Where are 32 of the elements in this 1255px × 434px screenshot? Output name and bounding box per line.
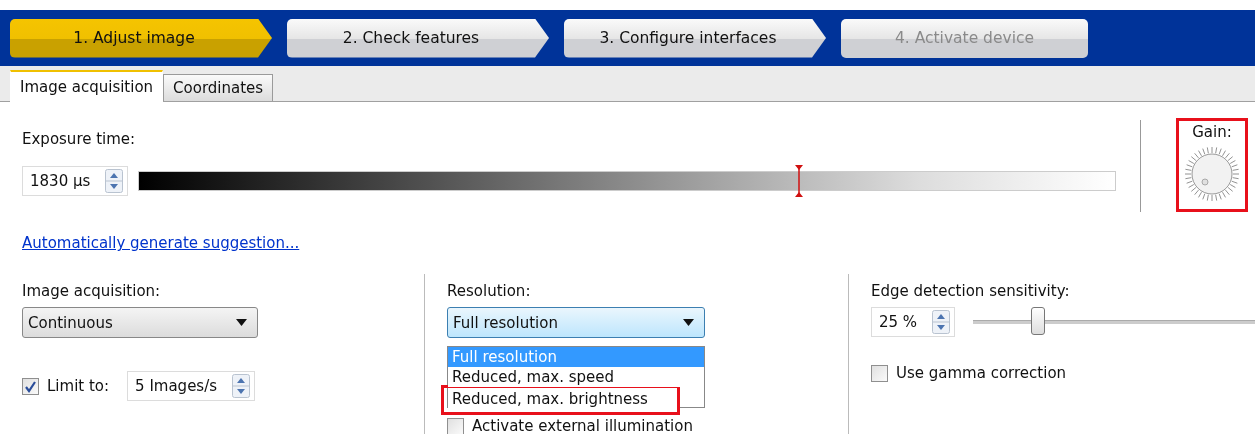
checkbox[interactable] (871, 364, 888, 382)
spin-buttons[interactable] (232, 374, 251, 398)
suggestion-link[interactable]: Automatically generate suggestion... (22, 234, 300, 252)
exposure-slider[interactable] (138, 164, 1116, 198)
caret-icon (683, 319, 694, 326)
caret-icon (236, 319, 247, 326)
wizard-step[interactable]: 1. Adjust image (10, 18, 272, 58)
tab[interactable]: Coordinates (163, 74, 274, 101)
dropdown-option[interactable]: Reduced, max. brightness (448, 389, 677, 409)
checkbox-label: Activate external illumination (472, 417, 693, 434)
spin-field[interactable]: 5 Images/s (127, 371, 256, 401)
slider-thumb[interactable] (1031, 307, 1046, 335)
gain-knob[interactable] (1182, 144, 1242, 204)
spin-field[interactable]: 25 % (871, 307, 955, 337)
acquisition-dropdown[interactable]: Continuous (22, 307, 258, 338)
spin-field[interactable]: 1830 µs (22, 166, 128, 196)
resolution-dropdown[interactable]: Full resolution (447, 307, 705, 338)
spin-buttons[interactable] (105, 169, 123, 193)
wizard-step[interactable]: 2. Check features (287, 18, 549, 58)
checkbox-label: Use gamma correction (896, 364, 1067, 382)
wizard-step[interactable]: 3. Configure interfaces (564, 18, 826, 58)
gain-label: Gain: (1192, 123, 1232, 141)
tab[interactable]: Image acquisition (10, 70, 164, 102)
field-label: Resolution: (447, 282, 531, 300)
checkbox[interactable] (447, 417, 464, 434)
field-label: Image acquisition: (22, 282, 161, 300)
checkbox-label: Limit to: (47, 377, 110, 395)
spin-buttons[interactable] (932, 310, 950, 334)
field-label: Exposure time: (22, 130, 137, 148)
field-label: Edge detection sensitivity: (871, 282, 1070, 300)
checkbox[interactable] (22, 377, 39, 395)
slider-marker[interactable] (794, 164, 805, 198)
